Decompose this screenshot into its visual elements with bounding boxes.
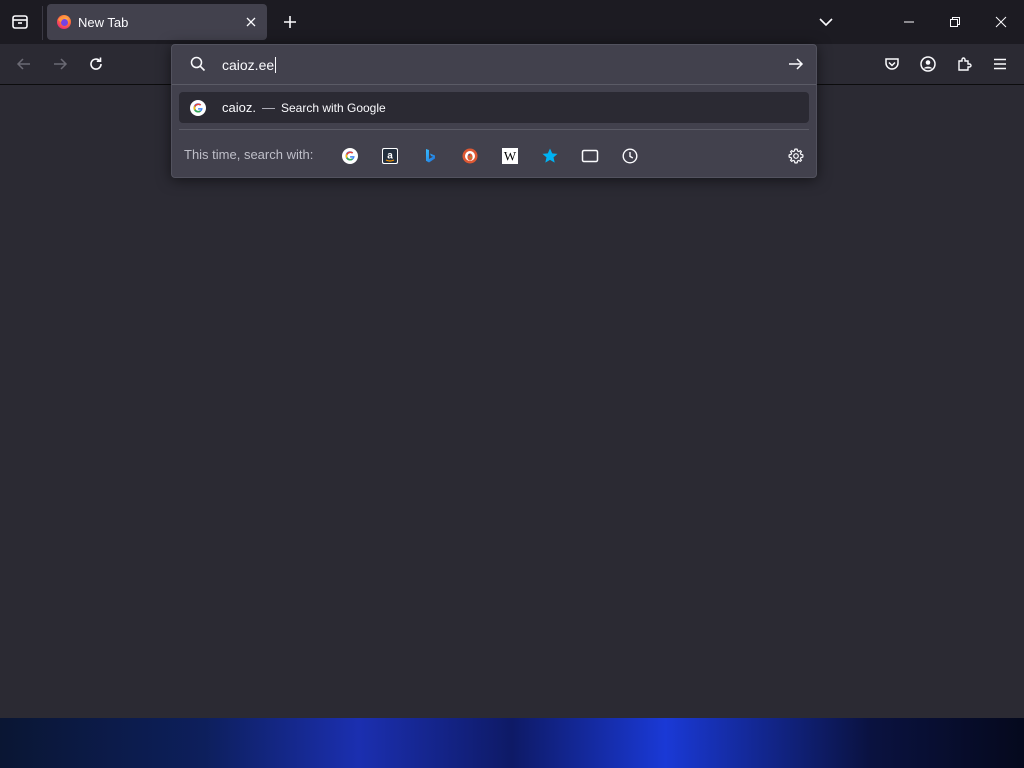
duckduckgo-icon[interactable] — [459, 145, 481, 167]
one-off-search-row: This time, search with: a W — [172, 137, 816, 173]
urlbar-input-row[interactable]: caioz.ee — [172, 45, 816, 85]
extensions-icon[interactable] — [948, 48, 980, 80]
suggestion-separator: — — [261, 100, 275, 115]
svg-text:a: a — [387, 151, 393, 162]
amazon-icon[interactable]: a — [379, 145, 401, 167]
urlbar-divider — [172, 84, 816, 85]
tab-divider — [42, 6, 43, 40]
tab-close-icon[interactable] — [239, 10, 263, 34]
wikipedia-icon[interactable]: W — [499, 145, 521, 167]
tab-title: New Tab — [78, 14, 129, 30]
google-icon[interactable] — [339, 145, 361, 167]
oneoff-label: This time, search with: — [184, 147, 314, 162]
urlbar-value: caioz.ee — [222, 57, 275, 73]
firefox-icon — [56, 14, 72, 30]
back-arrow-icon[interactable] — [8, 48, 40, 80]
close-window-icon[interactable] — [985, 6, 1017, 38]
arrow-right-icon[interactable] — [788, 56, 804, 77]
gear-icon[interactable] — [785, 145, 807, 167]
firefox-view-icon[interactable] — [4, 6, 36, 38]
bookmarks-star-icon[interactable] — [539, 145, 561, 167]
svg-text:W: W — [504, 149, 517, 164]
minimize-icon[interactable] — [893, 6, 925, 38]
history-icon[interactable] — [619, 145, 641, 167]
new-tab-plus-icon[interactable] — [274, 6, 306, 38]
oneoff-divider — [179, 129, 809, 130]
reload-icon[interactable] — [80, 48, 112, 80]
urlbar-popup: caioz.ee caioz. — Search with Google Thi… — [171, 44, 817, 178]
suggestion-query: caioz. — [222, 100, 256, 115]
list-all-tabs-chevron-icon[interactable] — [810, 6, 842, 38]
search-suggestion-row[interactable]: caioz. — Search with Google — [179, 92, 809, 123]
desktop-wallpaper — [0, 718, 1024, 768]
tab-new-tab[interactable]: New Tab — [47, 4, 267, 40]
hamburger-menu-icon[interactable] — [984, 48, 1016, 80]
tabs-icon[interactable] — [579, 145, 601, 167]
urlbar-input[interactable]: caioz.ee — [222, 56, 277, 74]
restore-icon[interactable] — [939, 6, 971, 38]
search-icon — [190, 56, 206, 77]
google-icon — [190, 99, 206, 116]
account-icon[interactable] — [912, 48, 944, 80]
forward-arrow-icon[interactable] — [44, 48, 76, 80]
bing-icon[interactable] — [419, 145, 441, 167]
titlebar: New Tab — [0, 0, 1024, 44]
suggestion-action: Search with Google — [280, 100, 386, 115]
pocket-icon[interactable] — [876, 48, 908, 80]
text-caret — [275, 57, 277, 73]
browser-window: New Tab caioz.ee caioz. — Search with Go… — [0, 0, 1024, 718]
